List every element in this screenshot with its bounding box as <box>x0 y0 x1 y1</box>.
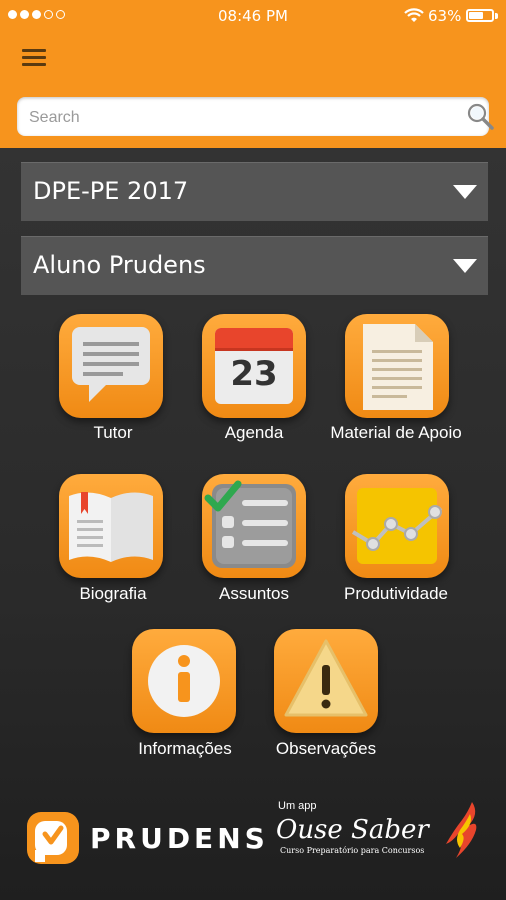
user-select[interactable]: Aluno Prudens <box>21 236 488 295</box>
produtividade-label: Produtividade <box>344 584 448 603</box>
observacoes-label: Observações <box>275 739 377 758</box>
checklist-icon <box>204 480 296 568</box>
user-select-value: Aluno Prudens <box>33 251 206 279</box>
assuntos-button[interactable] <box>202 474 306 578</box>
observacoes-button[interactable] <box>274 629 378 733</box>
wifi-icon <box>404 8 424 22</box>
prudens-logo-icon <box>27 812 79 864</box>
course-select[interactable]: DPE-PE 2017 <box>21 162 488 221</box>
material-de-apoio-label: Material de Apoio <box>330 423 462 442</box>
tutor-button[interactable] <box>59 314 163 418</box>
battery-percent: 63% <box>428 7 462 25</box>
battery-icon <box>466 9 494 22</box>
menu-icon[interactable] <box>22 49 46 71</box>
status-bar: 08:46 PM 63% <box>0 0 506 32</box>
course-select-value: DPE-PE 2017 <box>33 177 189 205</box>
produtividade-button[interactable] <box>345 474 449 578</box>
info-icon <box>148 645 220 717</box>
battery-tip <box>495 13 498 19</box>
chevron-down-icon <box>453 185 477 199</box>
ouse-saber-tagline: Curso Preparatório para Concursos <box>280 846 425 855</box>
line-chart-icon <box>351 488 443 564</box>
search-bar <box>17 97 494 138</box>
chevron-down-icon <box>453 259 477 273</box>
um-app-label: Um app <box>278 800 317 812</box>
flame-icon <box>446 802 477 858</box>
ouse-saber-logo-text: Ouse Saber <box>276 815 429 845</box>
open-book-icon <box>69 492 153 562</box>
prudens-brand: PRUDENS <box>90 822 269 855</box>
speech-bubble-icon <box>72 327 150 402</box>
warning-icon <box>284 639 368 717</box>
calendar-date: 23 <box>230 354 278 394</box>
search-input[interactable] <box>27 97 441 138</box>
document-icon <box>363 324 433 410</box>
agenda-button[interactable]: 23 <box>202 314 306 418</box>
search-icon[interactable] <box>465 102 495 132</box>
informacoes-button[interactable] <box>132 629 236 733</box>
biografia-button[interactable] <box>59 474 163 578</box>
material-de-apoio-button[interactable] <box>345 314 449 418</box>
